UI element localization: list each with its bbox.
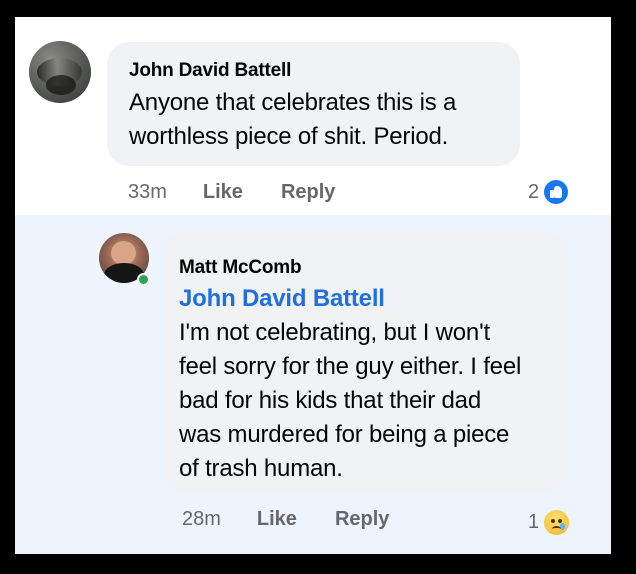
like-button[interactable]: Like	[203, 181, 243, 204]
avatar[interactable]	[29, 41, 91, 103]
like-button[interactable]: Like	[257, 508, 297, 531]
reaction-summary[interactable]: 1	[528, 510, 570, 535]
reaction-count: 2	[528, 180, 540, 203]
comment-line: feel sorry for the guy either. I feel	[179, 353, 522, 380]
comment-line: worthless piece of shit. Period.	[129, 123, 449, 150]
reply-button[interactable]: Reply	[281, 181, 335, 204]
comment-line: of trash human.	[179, 455, 343, 482]
tear-icon	[560, 523, 566, 530]
online-status-icon	[137, 273, 150, 286]
comment-line: bad for his kids that their dad	[179, 387, 481, 414]
comment-screenshot: John David Battell Anyone that celebrate…	[15, 17, 611, 554]
like-icon	[544, 180, 569, 204]
comment-author[interactable]: John David Battell	[129, 59, 520, 83]
comment-text: I'm not celebrating, but I won't feel so…	[179, 316, 565, 486]
reaction-summary[interactable]: 2	[528, 180, 569, 204]
reply-button[interactable]: Reply	[335, 508, 389, 531]
reaction-count: 1	[528, 511, 540, 533]
comment-line: I'm not celebrating, but I won't	[179, 319, 490, 346]
mentioned-user-link[interactable]: John David Battell	[179, 282, 565, 316]
comment-meta: 33m Like Reply	[128, 181, 373, 204]
comment-time[interactable]: 33m	[128, 181, 167, 204]
comment-time[interactable]: 28m	[182, 508, 221, 531]
comment-bubble: John David Battell Anyone that celebrate…	[107, 42, 520, 166]
comment-text: Anyone that celebrates this is a worthle…	[129, 86, 520, 154]
comment-line: was murdered for being a piece	[179, 421, 510, 448]
comment-bubble: Matt McComb John David Battell I'm not c…	[163, 231, 565, 493]
comment-author[interactable]: Matt McComb	[179, 256, 565, 280]
comment-line: Anyone that celebrates this is a	[129, 89, 457, 116]
comment-meta: 28m Like Reply	[182, 508, 427, 531]
sad-reaction-icon	[544, 510, 570, 535]
